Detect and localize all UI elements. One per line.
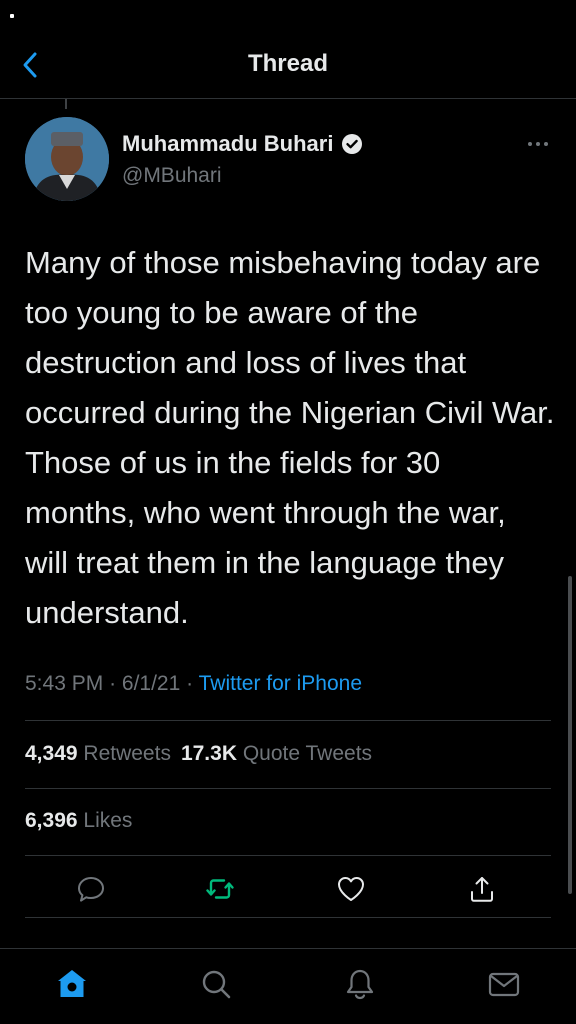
tweet-metadata: 5:43 PM · 6/1/21 · Twitter for iPhone (25, 672, 362, 696)
search-icon[interactable] (199, 967, 233, 1001)
author-handle[interactable]: @MBuhari (122, 164, 222, 188)
author-name-text: Muhammadu Buhari (122, 131, 334, 156)
retweets-count: 4,349 (25, 742, 78, 765)
more-horizontal-icon[interactable] (526, 136, 550, 152)
meta-separator: · (109, 672, 117, 695)
avatar-image (25, 117, 109, 201)
tweet-date: 6/1/21 (121, 672, 181, 695)
likes-stat[interactable]: 6,396 Likes (25, 809, 132, 833)
mail-icon[interactable] (487, 967, 521, 1001)
scrollbar[interactable] (568, 576, 572, 894)
meta-separator: · (186, 672, 194, 695)
likes-label: Likes (83, 809, 133, 832)
share-icon[interactable] (467, 874, 497, 904)
retweet-stats-row: 4,349 Retweets 17.3K Quote Tweets (25, 742, 372, 766)
bottom-tab-bar (0, 949, 576, 1024)
page-title: Thread (247, 50, 328, 77)
tweet-source-link[interactable]: Twitter for iPhone (199, 672, 362, 695)
retweet-icon[interactable] (205, 874, 235, 904)
quote-tweets-count: 17.3K (180, 742, 237, 765)
home-icon[interactable] (55, 967, 89, 1001)
quote-tweets-label: Quote Tweets (242, 742, 373, 765)
header-divider (0, 98, 576, 99)
avatar[interactable] (25, 117, 109, 201)
tweet-time: 5:43 PM (25, 672, 104, 695)
reply-icon[interactable] (76, 874, 106, 904)
verified-badge-icon (342, 134, 363, 154)
thread-header: Thread (0, 34, 576, 98)
bell-icon[interactable] (343, 967, 377, 1001)
tweet-text: Many of those misbehaving today are too … (25, 245, 555, 630)
retweets-stat[interactable]: 4,349 Retweets (25, 742, 171, 765)
thread-connector-line (65, 99, 67, 109)
retweets-label: Retweets (83, 742, 171, 765)
divider (25, 720, 551, 721)
author-name[interactable]: Muhammadu Buhari (122, 131, 363, 157)
quote-tweets-stat[interactable]: 17.3K Quote Tweets (181, 742, 372, 765)
tweet-actions-bar (0, 856, 576, 918)
divider (25, 917, 551, 918)
status-bar-indicator (10, 14, 14, 18)
likes-count: 6,396 (25, 809, 78, 832)
heart-icon[interactable] (336, 874, 366, 904)
divider (25, 788, 551, 789)
